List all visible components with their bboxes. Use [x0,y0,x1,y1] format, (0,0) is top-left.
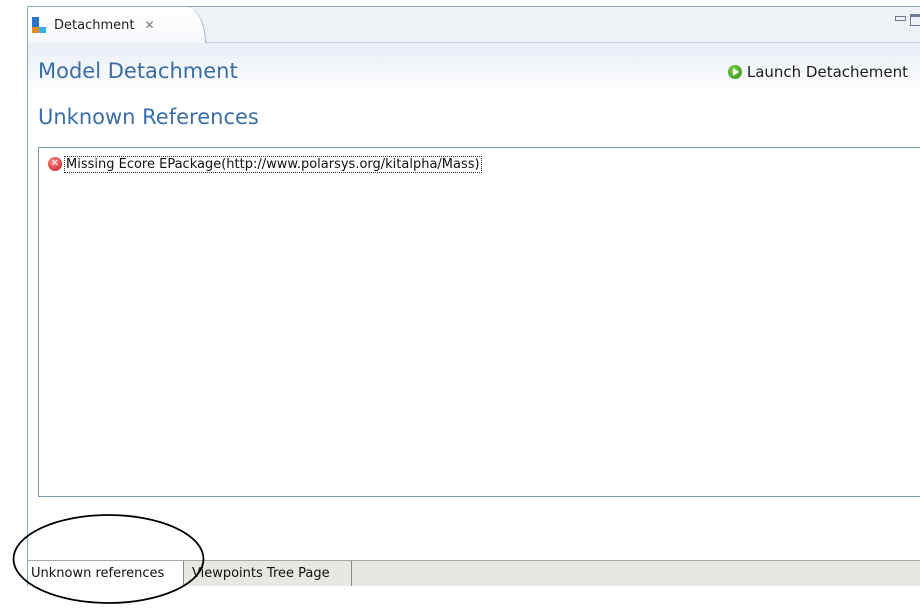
screen: Detachment ✕ Model Detachment Launch Det… [0,0,920,608]
unknown-references-tree[interactable]: ✕ Missing Ecore EPackage(http://www.pola… [38,147,920,497]
view-tab-label: Detachment [54,17,135,33]
detachment-view: Detachment ✕ Model Detachment Launch Det… [27,6,920,586]
minimize-icon[interactable] [895,16,906,21]
view-tab-detachment[interactable]: Detachment ✕ [28,7,206,43]
form-header: Model Detachment Launch Detachement [28,43,920,97]
tree-item[interactable]: ✕ Missing Ecore EPackage(http://www.pola… [48,155,482,173]
section-title: Unknown References [38,105,259,129]
tab-viewpoints-tree-page[interactable]: Viewpoints Tree Page [185,561,352,586]
window-controls [895,14,920,26]
tree-item-label: Missing Ecore EPackage(http://www.polars… [64,155,482,173]
launch-detachment-button[interactable]: Launch Detachement [727,63,908,81]
detachment-view-icon [32,17,46,33]
launch-detachment-label: Launch Detachement [746,63,908,81]
tab-unknown-references[interactable]: Unknown references [28,561,184,586]
maximize-icon[interactable] [910,14,920,26]
form-title: Model Detachment [38,59,238,83]
error-icon: ✕ [48,157,62,171]
play-icon [727,65,742,79]
page-tab-bar: Unknown references Viewpoints Tree Page [28,560,920,586]
close-icon[interactable]: ✕ [144,19,154,31]
view-tab-strip: Detachment ✕ [28,7,920,43]
